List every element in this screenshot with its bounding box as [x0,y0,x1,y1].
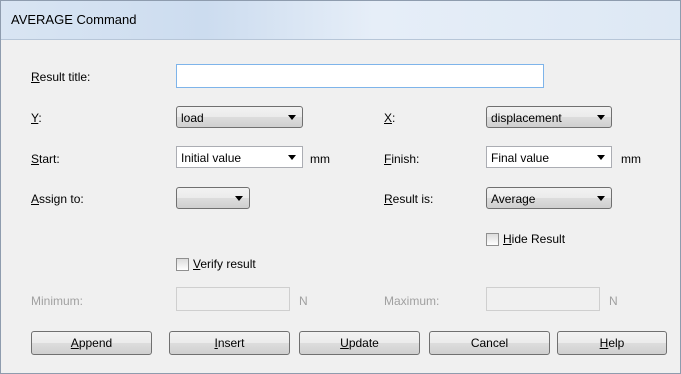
y-dropdown-value: load [181,111,204,125]
result-is-value: Average [491,192,536,206]
x-dropdown-value: displacement [491,111,562,125]
average-command-dialog: AVERAGE Command Result title: Y: load X:… [0,0,681,374]
minimum-input[interactable] [176,287,290,311]
result-title-label: Result title: [31,70,91,84]
finish-combobox[interactable]: Final value [486,146,612,168]
chevron-down-icon [288,115,296,120]
cancel-button[interactable]: Cancel [429,331,550,355]
result-is-dropdown[interactable]: Average [486,187,612,209]
finish-value: Final value [491,151,550,165]
start-label: Start: [31,152,60,166]
append-button[interactable]: Append [31,331,152,355]
x-dropdown[interactable]: displacement [486,106,612,128]
y-dropdown[interactable]: load [176,106,303,128]
finish-label: Finish: [384,152,420,166]
verify-result-checkbox[interactable]: Verify result [176,257,256,271]
checkbox-box [176,257,189,271]
hide-result-checkbox[interactable]: Hide Result [486,232,565,246]
maximum-unit: N [609,294,618,308]
chevron-down-icon [235,196,243,201]
title-bar[interactable]: AVERAGE Command [1,1,680,40]
checkbox-box [486,232,499,246]
result-is-label: Result is: [384,192,434,206]
dialog-body: Result title: Y: load X: displacement St… [11,40,671,371]
maximum-input[interactable] [486,287,600,311]
window-title: AVERAGE Command [11,12,137,27]
start-unit: mm [310,152,330,166]
x-label: X: [384,111,396,125]
insert-button[interactable]: Insert [169,331,290,355]
hide-result-label: Hide Result [503,232,566,246]
update-button[interactable]: Update [299,331,420,355]
chevron-down-icon [288,155,296,160]
result-title-input[interactable] [176,64,544,88]
minimum-unit: N [299,294,308,308]
chevron-down-icon [597,115,605,120]
finish-unit: mm [621,152,641,166]
minimum-label: Minimum: [31,294,84,308]
help-button[interactable]: Help [557,331,667,355]
assign-to-label: Assign to: [31,192,84,206]
start-value: Initial value [181,151,242,165]
chevron-down-icon [597,196,605,201]
verify-result-label: Verify result [193,257,256,271]
button-row: Append Insert Update Cancel Help [11,331,671,357]
maximum-label: Maximum: [384,294,440,308]
assign-to-dropdown[interactable] [176,187,250,209]
chevron-down-icon [597,155,605,160]
start-combobox[interactable]: Initial value [176,146,303,168]
y-label: Y: [31,111,42,125]
